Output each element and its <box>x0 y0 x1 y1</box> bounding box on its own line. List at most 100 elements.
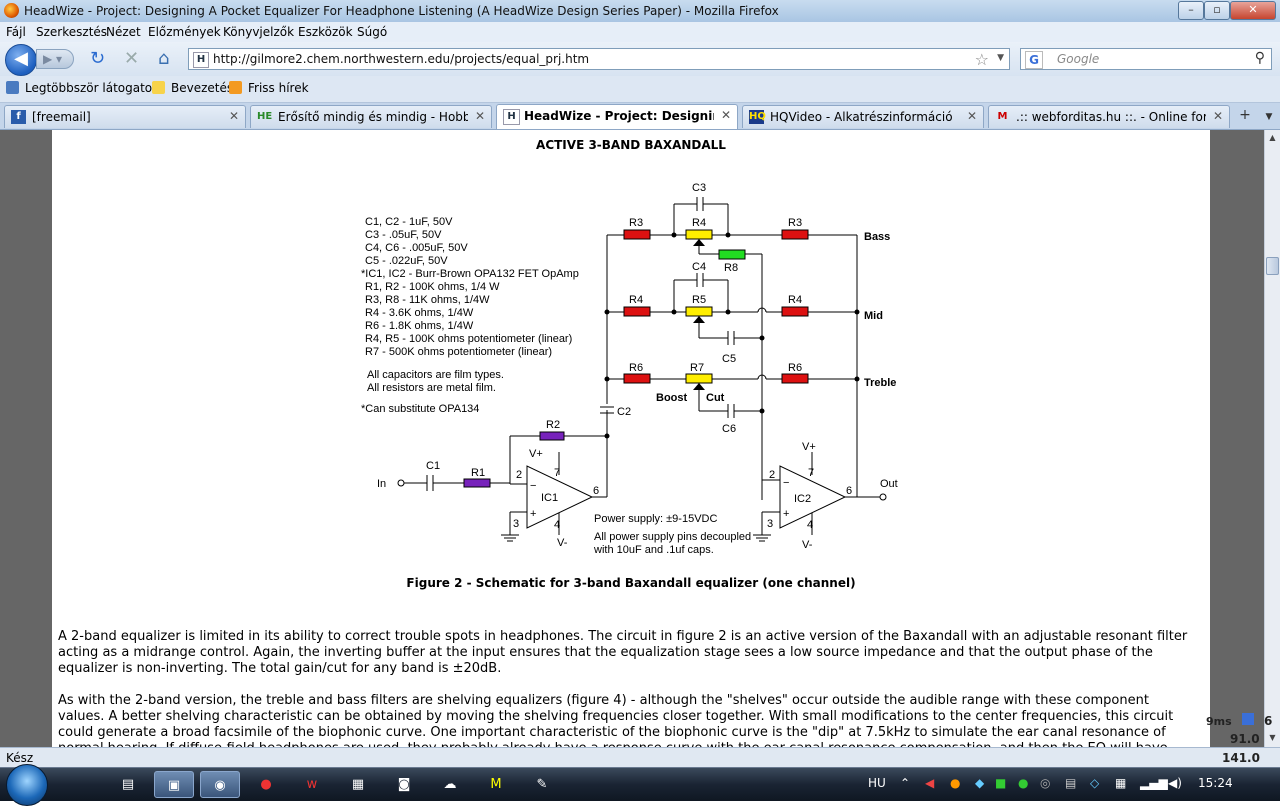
url-text[interactable]: http://gilmore2.chem.northwestern.edu/pr… <box>213 52 589 66</box>
tab-freemail[interactable]: f [freemail] ✕ <box>4 105 246 128</box>
tray-app-icon[interactable]: ● <box>1018 776 1028 790</box>
close-tab-icon[interactable]: ✕ <box>967 109 977 123</box>
resistor-r3-right <box>781 229 809 240</box>
label-c2: C2 <box>617 406 631 418</box>
volume-icon[interactable]: ◀) <box>1168 776 1182 790</box>
tray-app-icon[interactable]: ● <box>950 776 960 790</box>
taskbar-app-icon[interactable]: ◙ <box>384 771 424 798</box>
body-paragraph: As with the 2-band version, the treble a… <box>58 693 1174 747</box>
label-ic2-pin6: 6 <box>846 485 852 497</box>
close-tab-icon[interactable]: ✕ <box>721 108 731 122</box>
tab-list-dropdown-icon[interactable]: ▼ <box>1260 107 1278 127</box>
tray-app-icon[interactable]: ■ <box>995 776 1006 790</box>
navigation-toolbar: ◀ ▶ ▾ ↻ ✕ ⌂ H http://gilmore2.chem.north… <box>0 42 1280 76</box>
tab-headwize[interactable]: H HeadWize - Project: Designing A ... ✕ <box>496 104 738 129</box>
label-r4b: R4 <box>629 294 643 306</box>
new-tab-button[interactable]: + <box>1234 107 1256 127</box>
taskbar-app-icon[interactable]: ▣ <box>154 771 194 798</box>
home-icon[interactable]: ⌂ <box>158 50 169 68</box>
label-ic1-pin7: 7 <box>554 467 560 479</box>
back-button[interactable]: ◀ <box>5 44 37 76</box>
label-ic2-minus: − <box>783 477 789 489</box>
taskbar-app-icon[interactable]: w <box>292 771 332 798</box>
label-r2: R2 <box>546 419 560 431</box>
potentiometer-r5 <box>685 306 713 317</box>
clock[interactable]: 15:24 <box>1198 776 1233 790</box>
potentiometer-r7 <box>685 373 713 384</box>
tray-app-icon[interactable]: ▤ <box>1065 776 1076 790</box>
power-supply-note: with 10uF and .1uf caps. <box>593 544 714 556</box>
close-tab-icon[interactable]: ✕ <box>229 109 239 123</box>
note-line: All capacitors are film types. <box>367 369 504 381</box>
label-ic1-plus: + <box>530 508 536 520</box>
search-icon[interactable]: ⚲ <box>1255 50 1265 66</box>
tray-app-icon[interactable]: ◆ <box>975 776 984 790</box>
maximize-button[interactable]: ▫ <box>1204 1 1230 20</box>
resistor-r6-right <box>781 373 809 384</box>
taskbar-app-icon[interactable]: ✎ <box>522 771 562 798</box>
menu-help[interactable]: Súgó <box>357 25 387 39</box>
network-signal-icon[interactable]: ▂▄▆ <box>1140 776 1168 790</box>
rss-icon <box>229 81 242 94</box>
minimize-button[interactable]: – <box>1178 1 1204 20</box>
power-supply-note: Power supply: ±9-15VDC <box>594 513 717 525</box>
taskbar-app-icon[interactable]: ● <box>246 771 286 798</box>
system-monitor-gadget[interactable]: 9ms 6 91.0 141.0 <box>1170 710 1278 768</box>
label-ic2-pin3: 3 <box>767 518 773 530</box>
url-dropdown-icon[interactable]: ▼ <box>997 53 1004 63</box>
page-viewport[interactable]: ACTIVE 3-BAND BAXANDALL C3 R3 R4 R3 Bass… <box>0 130 1264 747</box>
menu-history[interactable]: Előzmények <box>148 25 221 39</box>
potentiometer-r4 <box>685 229 713 240</box>
menu-file[interactable]: Fájl <box>6 25 26 39</box>
label-ic2-pin2: 2 <box>769 469 775 481</box>
google-engine-icon[interactable]: G <box>1025 51 1043 69</box>
address-bar[interactable]: H http://gilmore2.chem.northwestern.edu/… <box>188 48 1010 70</box>
taskbar-app-icon[interactable]: ☁ <box>430 771 470 798</box>
forward-button[interactable]: ▶ ▾ <box>36 49 74 69</box>
parts-list-line: R4 - 3.6K ohms, 1/4W <box>365 307 474 319</box>
vertical-scrollbar[interactable]: ▲ ▼ <box>1264 130 1280 747</box>
resistor-r2 <box>539 431 565 441</box>
tray-chevron-icon[interactable]: ⌃ <box>900 776 910 790</box>
bookmark-most-visited[interactable]: Legtöbbször látogatott <box>6 81 162 95</box>
bookmark-star-icon[interactable]: ☆ <box>975 50 989 69</box>
menu-edit[interactable]: Szerkesztés <box>36 25 107 39</box>
search-box[interactable]: G Google ⚲ <box>1020 48 1272 70</box>
status-text: Kész <box>6 751 34 765</box>
tray-app-icon[interactable]: ▦ <box>1115 776 1126 790</box>
label-r8: R8 <box>724 262 738 274</box>
taskbar-app-icon[interactable]: M <box>476 771 516 798</box>
taskbar-app-icon[interactable]: ▦ <box>338 771 378 798</box>
bookmark-folder-icon <box>6 81 19 94</box>
tray-app-icon[interactable]: ◀ <box>925 776 934 790</box>
reload-icon[interactable]: ↻ <box>90 50 105 68</box>
label-ic1-pin2: 2 <box>516 469 522 481</box>
tab-webforditas[interactable]: M .:: webforditas.hu ::. - Online fordít… <box>988 105 1230 128</box>
window-titlebar[interactable]: HeadWize - Project: Designing A Pocket E… <box>0 0 1280 23</box>
menu-bookmarks[interactable]: Könyvjelzők <box>223 25 294 39</box>
close-window-button[interactable]: ✕ <box>1230 1 1276 20</box>
label-in: In <box>377 478 386 490</box>
taskbar-app-icon[interactable]: ▤ <box>108 771 148 798</box>
menu-view[interactable]: Nézet <box>106 25 141 39</box>
scrollbar-thumb[interactable] <box>1266 257 1279 275</box>
scroll-up-icon[interactable]: ▲ <box>1266 130 1279 145</box>
bookmark-getting-started[interactable]: Bevezetés <box>152 81 233 95</box>
tab-label: Erősítő mindig és mindig - Hobbie... <box>278 110 468 124</box>
parts-list-line: C4, C6 - .005uF, 50V <box>365 242 468 254</box>
search-placeholder[interactable]: Google <box>1057 52 1099 66</box>
tab-bar: f [freemail] ✕ HE Erősítő mindig és mind… <box>0 103 1280 130</box>
bookmark-latest-headlines[interactable]: Friss hírek <box>229 81 309 95</box>
tray-app-icon[interactable]: ◇ <box>1090 776 1099 790</box>
tab-hqvideo[interactable]: HQ HQVideo - Alkatrészinformáció ✕ <box>742 105 984 128</box>
label-r6b: R6 <box>788 362 802 374</box>
language-indicator[interactable]: HU <box>868 776 886 790</box>
taskbar-firefox-icon[interactable]: ◉ <box>200 771 240 798</box>
menu-tools[interactable]: Eszközök <box>298 25 353 39</box>
label-r4a: R4 <box>692 217 706 229</box>
close-tab-icon[interactable]: ✕ <box>1213 109 1223 123</box>
tray-app-icon[interactable]: ◎ <box>1040 776 1050 790</box>
tab-erosito[interactable]: HE Erősítő mindig és mindig - Hobbie... … <box>250 105 492 128</box>
stop-icon[interactable]: ✕ <box>124 50 139 68</box>
close-tab-icon[interactable]: ✕ <box>475 109 485 123</box>
